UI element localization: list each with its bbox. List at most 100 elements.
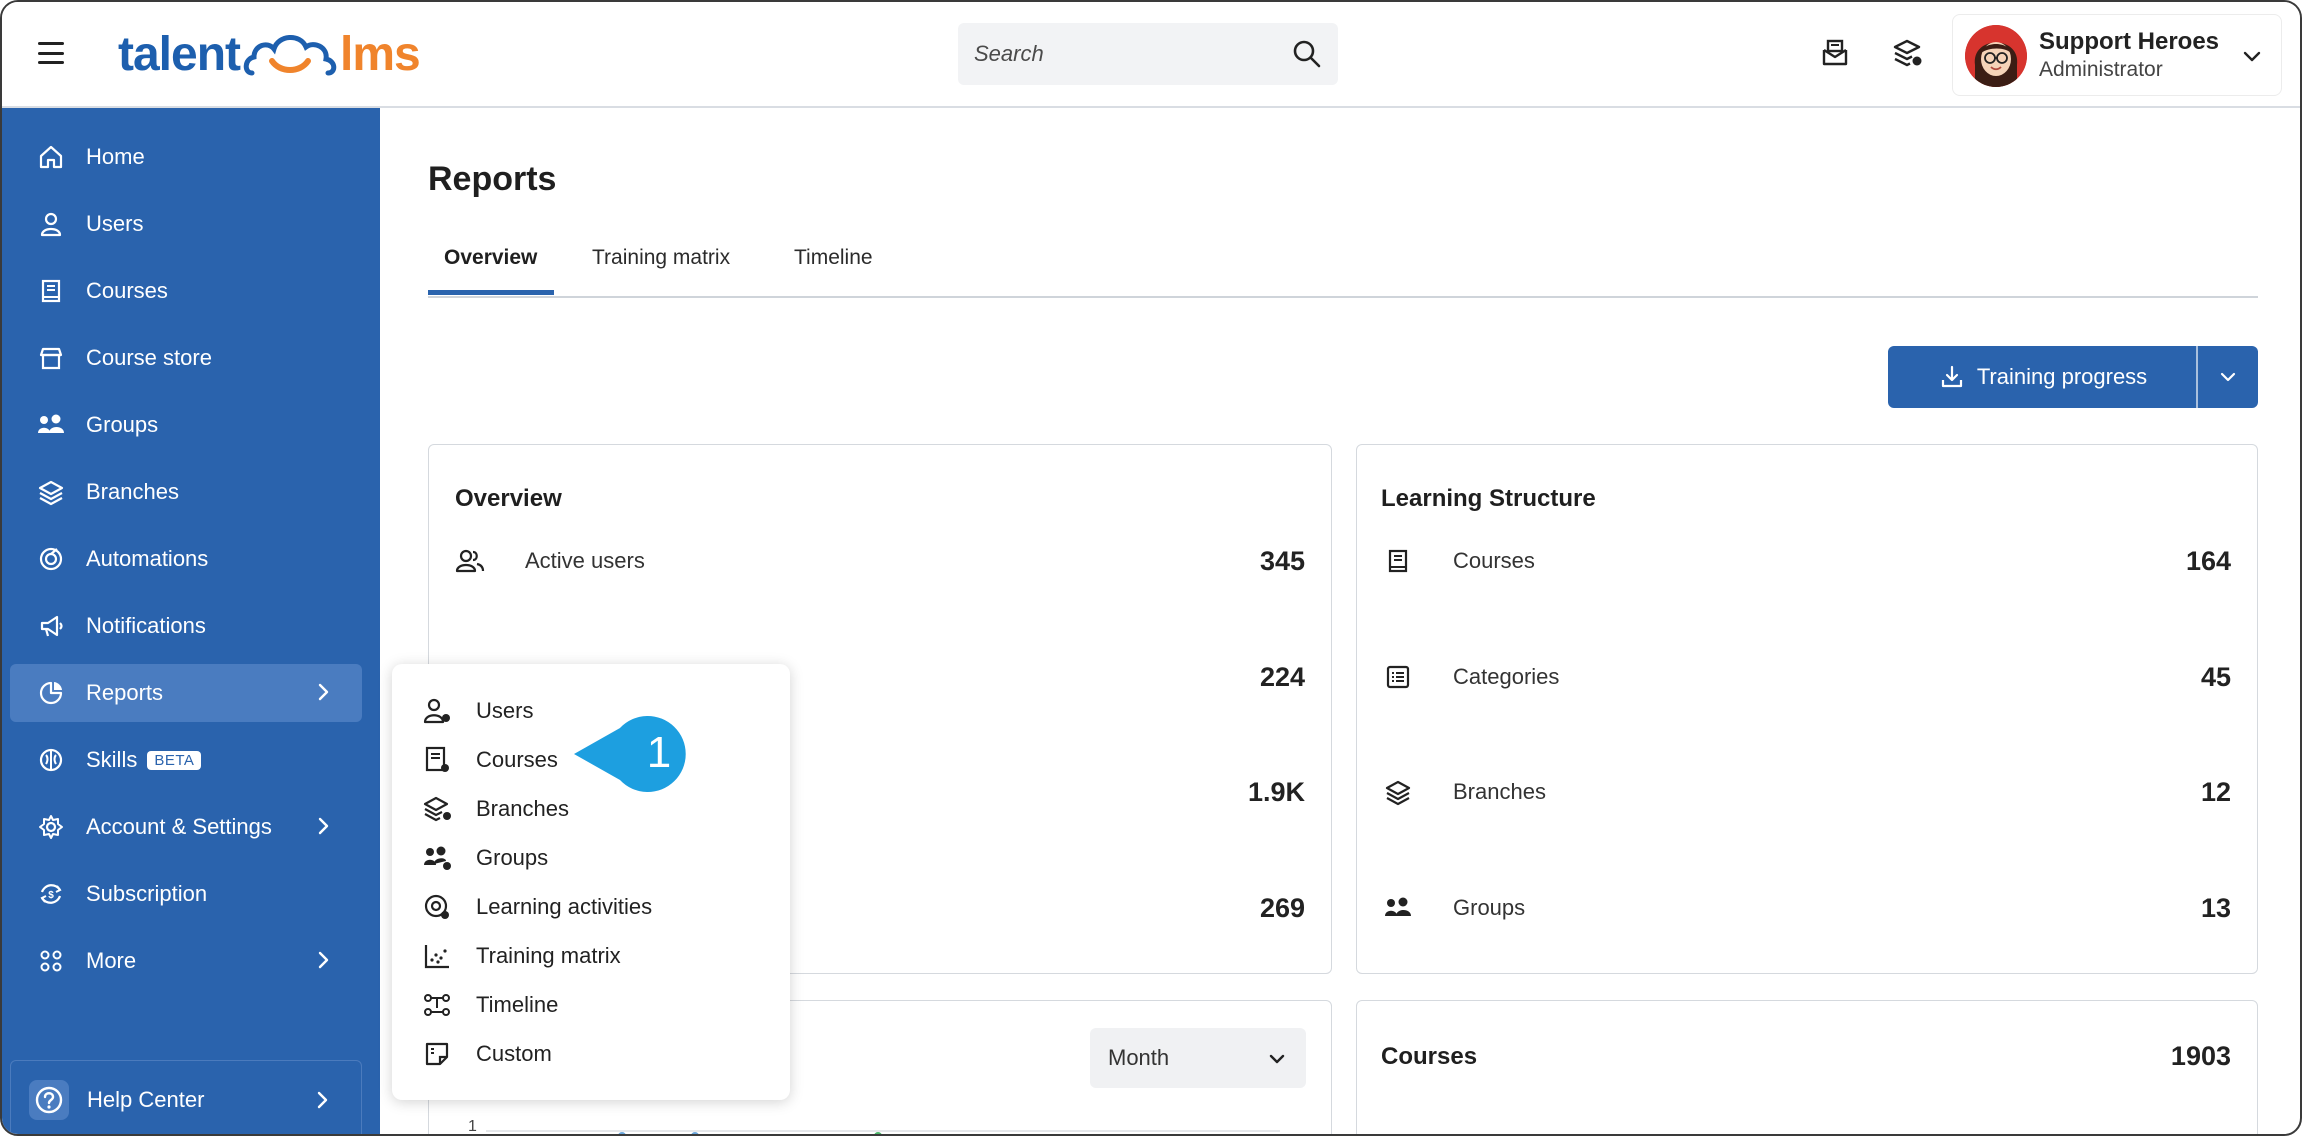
chevron-right-icon — [318, 683, 329, 701]
sidebar-item-label: Notifications — [86, 613, 206, 638]
chevron-down-icon[interactable] — [2241, 45, 2263, 67]
group-report-icon — [422, 843, 452, 873]
user-report-icon — [422, 696, 452, 726]
sidebar-item-reports[interactable]: Reports — [10, 664, 362, 722]
svg-text:$: $ — [48, 890, 54, 901]
search-box[interactable] — [958, 23, 1338, 85]
chevron-down-icon — [2220, 372, 2236, 382]
talentlms-logo[interactable]: talent lms — [118, 24, 421, 84]
sidebar-item-label: More — [86, 948, 137, 973]
sidebar-item-groups[interactable]: Groups — [10, 396, 362, 454]
menu-item-groups[interactable]: Groups — [422, 838, 548, 878]
page-title: Reports — [428, 160, 557, 198]
sidebar-item-subscription[interactable]: $ Subscription — [10, 865, 362, 923]
menu-item-label: Timeline — [476, 992, 559, 1017]
learning-activity-icon — [422, 892, 452, 922]
chevron-right-icon — [318, 951, 329, 969]
help-center-label: Help Center — [87, 1087, 205, 1112]
menu-item-learning-activities[interactable]: Learning activities — [422, 887, 652, 927]
chevron-right-icon — [318, 817, 329, 835]
learning-row-groups[interactable]: Groups 13 — [1381, 888, 2231, 928]
sidebar-item-label: Reports — [86, 680, 164, 705]
list-icon — [1381, 660, 1415, 694]
automation-icon — [34, 542, 68, 576]
inbox-mail-icon[interactable] — [1818, 36, 1852, 70]
home-icon — [34, 140, 68, 174]
menu-icon[interactable] — [38, 42, 64, 64]
search-input[interactable] — [974, 23, 1274, 85]
menu-item-timeline[interactable]: Timeline — [422, 985, 558, 1025]
training-progress-split-button: Training progress — [1888, 346, 2258, 408]
overview-row-active-users[interactable]: Active users 345 — [453, 541, 1305, 581]
gear-icon — [34, 810, 68, 844]
learning-row-value: 12 — [2200, 776, 2231, 807]
store-icon — [34, 341, 68, 375]
learning-row-value: 164 — [2185, 545, 2231, 576]
learning-row-branches[interactable]: Branches 12 — [1381, 772, 2231, 812]
callout-number: 1 — [646, 728, 672, 777]
menu-item-users[interactable]: Users — [422, 691, 533, 731]
branch-report-icon — [422, 794, 452, 824]
tab-timeline[interactable]: Timeline — [794, 246, 873, 270]
sidebar-item-label: Account & Settings — [86, 814, 272, 839]
training-progress-dropdown[interactable] — [2198, 346, 2258, 408]
learning-row-courses[interactable]: Courses 164 — [1381, 541, 2231, 581]
sidebar-item-label: Automations — [86, 546, 209, 571]
layers-icon — [34, 475, 68, 509]
sidebar-item-more[interactable]: More — [10, 932, 362, 990]
menu-item-label: Training matrix — [476, 943, 621, 968]
overview-row-value: 269 — [1259, 892, 1305, 923]
learning-row-value: 13 — [2200, 892, 2231, 923]
logo-text-right: lms — [340, 27, 421, 81]
chevron-down-icon — [1269, 1054, 1285, 1064]
menu-item-label: Learning activities — [476, 894, 653, 919]
learning-row-label: Categories — [1453, 664, 1560, 689]
sidebar-item-home[interactable]: Home — [10, 128, 362, 186]
help-center-button[interactable]: Help Center — [10, 1060, 362, 1134]
sidebar-item-label: Branches — [86, 479, 179, 504]
sidebar-item-label: Users — [86, 211, 144, 236]
menu-item-training-matrix[interactable]: Training matrix — [422, 936, 621, 976]
grid-icon — [34, 944, 68, 978]
sidebar-item-skills[interactable]: Skills BETA — [10, 731, 362, 789]
branches-switch-icon[interactable] — [1890, 36, 1924, 70]
sidebar-item-courses[interactable]: Courses — [10, 262, 362, 320]
app-window: talent lms Search Support Heroes Adminis… — [0, 0, 2302, 1136]
sidebar-item-account-settings[interactable]: Account & Settings — [10, 798, 362, 856]
menu-item-label: Courses — [476, 747, 558, 772]
menu-item-courses[interactable]: Courses — [422, 740, 558, 780]
report-tabs: Overview Training matrix Timeline — [428, 238, 2258, 298]
sidebar-item-users[interactable]: Users — [10, 195, 362, 253]
overview-card-title: Overview — [455, 485, 562, 512]
sidebar-item-automations[interactable]: Automations — [10, 530, 362, 588]
top-header: talent lms Search Support Heroes Adminis… — [2, 2, 2300, 108]
sidebar-item-course-store[interactable]: Course store — [10, 329, 362, 387]
chart-y-tick: 1 — [468, 1118, 477, 1135]
users-icon — [453, 544, 487, 578]
learning-row-label: Groups — [1453, 895, 1526, 920]
menu-item-label: Users — [476, 698, 534, 723]
learning-row-categories[interactable]: Categories 45 — [1381, 657, 2231, 697]
menu-item-branches[interactable]: Branches — [422, 789, 569, 829]
overview-row-label: Active users — [525, 548, 645, 573]
menu-item-custom[interactable]: Custom — [422, 1034, 552, 1074]
period-select[interactable]: Month — [1090, 1028, 1306, 1088]
tab-overview[interactable]: Overview — [444, 246, 537, 270]
sidebar-item-label: Groups — [86, 412, 159, 437]
sidebar-item-branches[interactable]: Branches — [10, 463, 362, 521]
training-progress-button[interactable]: Training progress — [1888, 346, 2198, 408]
active-tab-indicator — [428, 290, 554, 295]
learning-row-label: Branches — [1453, 779, 1546, 804]
tab-training-matrix[interactable]: Training matrix — [592, 246, 730, 270]
overview-row-value: 345 — [1259, 545, 1305, 576]
learning-structure-card: Learning Structure Courses 164 Categorie… — [1356, 444, 2258, 974]
scatter-chart-icon — [422, 941, 452, 971]
search-icon[interactable] — [1292, 39, 1322, 69]
period-select-value: Month — [1108, 1045, 1170, 1070]
course-report-icon — [422, 745, 452, 775]
custom-report-icon — [422, 1039, 452, 1069]
sidebar-item-notifications[interactable]: Notifications — [10, 597, 362, 655]
user-profile-menu[interactable]: Support Heroes Administrator — [1952, 14, 2282, 96]
learning-row-value: 45 — [2200, 661, 2231, 692]
sidebar-item-label: Skills — [86, 747, 138, 772]
